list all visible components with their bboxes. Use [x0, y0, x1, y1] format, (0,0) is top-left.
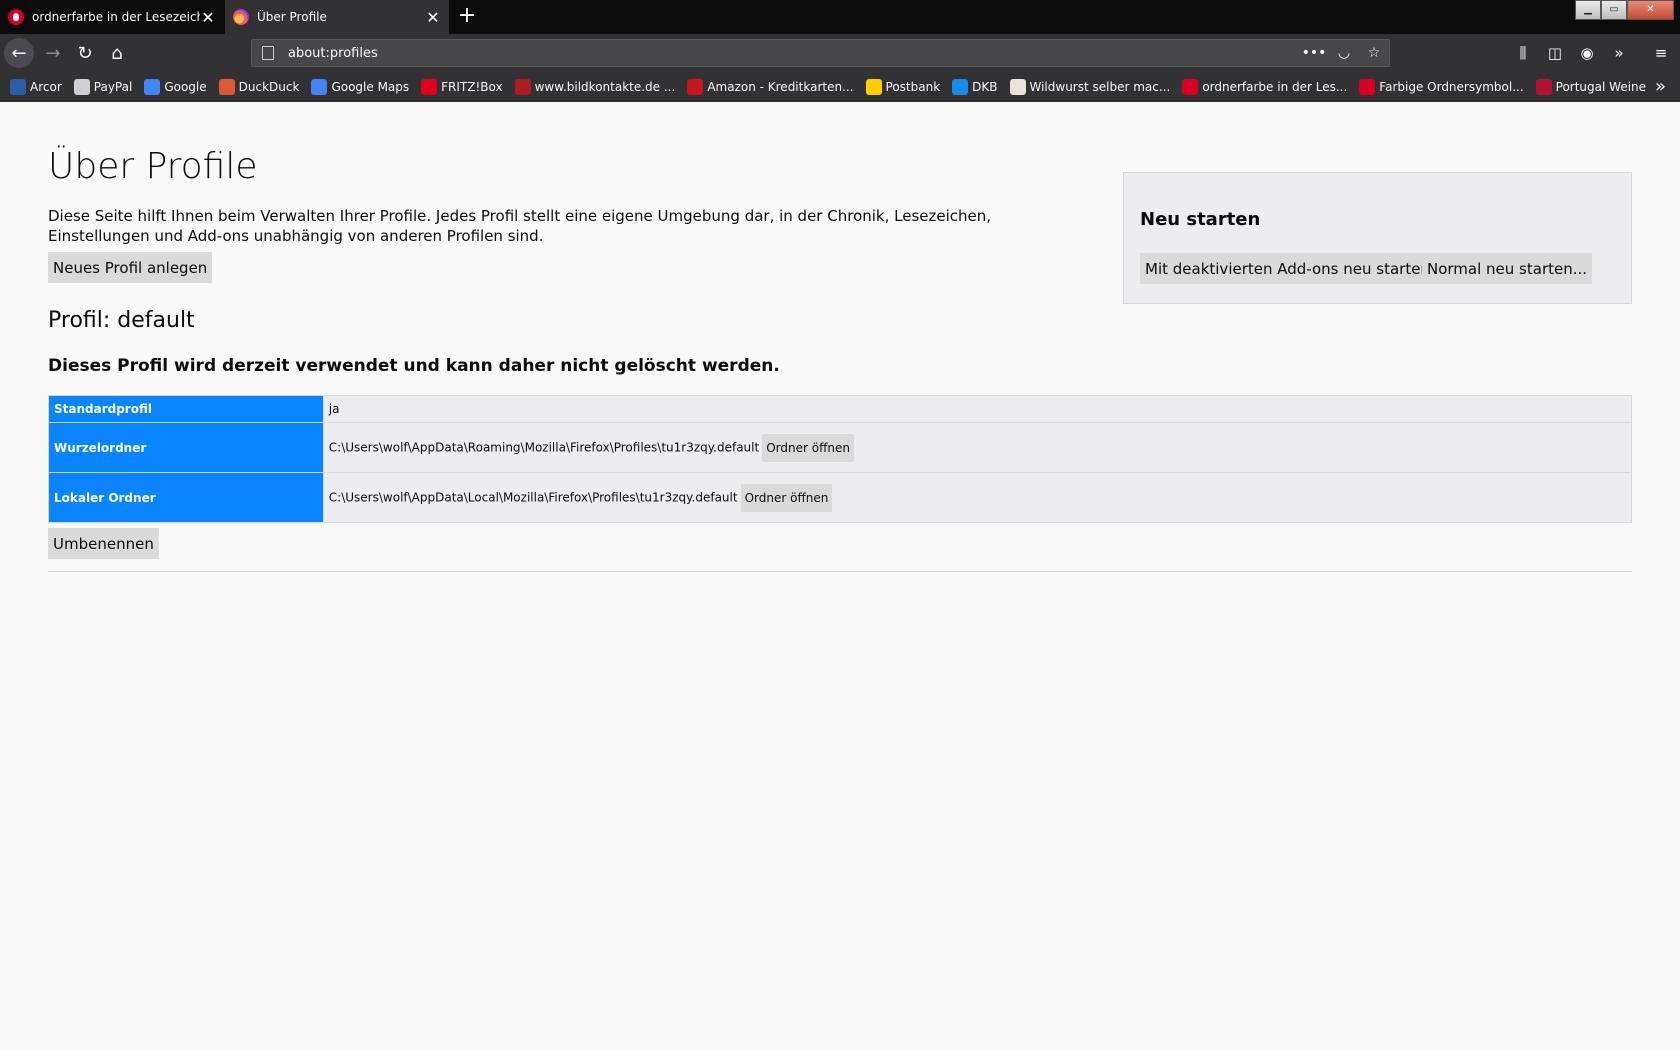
reload-button[interactable]: ↻: [70, 38, 100, 68]
bookmark-favicon-icon: [1009, 79, 1026, 95]
bookmark-label: Arcor: [30, 80, 62, 94]
row-label-lokaler-ordner: Lokaler Ordner: [48, 472, 324, 523]
bookmark-favicon-icon: [73, 79, 90, 95]
table-row: Standardprofil ja: [48, 395, 1632, 423]
profile-in-use-note: Dieses Profil wird derzeit verwendet und…: [48, 356, 780, 376]
bookmark-item[interactable]: PayPal: [73, 79, 133, 95]
sidebar-icon[interactable]: ◫: [1540, 40, 1570, 66]
profile-table: Standardprofil ja Wurzelordner C:\Users\…: [48, 395, 1632, 523]
bookmark-label: Farbige Ordnersymbol...: [1379, 80, 1524, 94]
intro-text: Diese Seite hilft Ihnen beim Verwalten I…: [48, 207, 992, 245]
bookmark-favicon-icon: [952, 79, 969, 95]
row-label-standardprofil: Standardprofil: [48, 395, 324, 423]
table-row: Lokaler Ordner C:\Users\wolf\AppData\Loc…: [48, 472, 1632, 523]
bookmark-label: Amazon - Kreditkarten...: [707, 80, 854, 94]
row-cell-lokaler-ordner: C:\Users\wolf\AppData\Local\Mozilla\Fire…: [323, 472, 1632, 523]
firefox-icon: [233, 9, 249, 25]
new-tab-button[interactable]: +: [455, 5, 479, 29]
bookmark-favicon-icon: [144, 79, 161, 95]
maximize-window-button[interactable]: ▭: [1601, 0, 1627, 20]
tab-ordnerfarbe[interactable]: ordnerfarbe in der Lesezeichen ✕: [0, 0, 224, 34]
bookmark-label: PayPal: [93, 80, 133, 94]
close-tab-icon[interactable]: ✕: [425, 8, 441, 27]
tab-label: ordnerfarbe in der Lesezeichen: [32, 10, 200, 24]
bookmark-favicon-icon: [1182, 79, 1199, 95]
open-local-folder-button[interactable]: Ordner öffnen: [740, 483, 833, 512]
bookmark-favicon-icon: [421, 79, 438, 95]
bookmark-favicon-icon: [1535, 79, 1552, 95]
toolbar-overflow-icon[interactable]: »: [1604, 40, 1634, 66]
bookmark-favicon-icon: [1359, 79, 1376, 95]
bookmark-label: ordnerfarbe in der Les...: [1202, 80, 1348, 94]
bookmark-item[interactable]: Google: [144, 79, 207, 95]
minimize-window-button[interactable]: ▁: [1575, 0, 1601, 20]
back-button[interactable]: ←: [4, 38, 34, 68]
row-value-standardprofil: ja: [323, 395, 1632, 423]
url-bar[interactable]: about:profiles ••• ◡ ☆: [251, 39, 1390, 67]
bookmark-label: Postbank: [885, 80, 941, 94]
bookmark-star-icon[interactable]: ☆: [1359, 45, 1389, 61]
bookmark-favicon-icon: [514, 79, 531, 95]
root-folder-path: C:\Users\wolf\AppData\Roaming\Mozilla\Fi…: [328, 440, 760, 454]
bookmark-item[interactable]: Wildwurst selber mac...: [1009, 79, 1171, 95]
bookmark-label: www.bildkontakte.de ...: [534, 80, 676, 94]
bookmark-item[interactable]: Google Maps: [311, 79, 409, 95]
library-icon[interactable]: ⫼: [1508, 40, 1538, 66]
restart-addons-disabled-button[interactable]: Mit deaktivierten Add-ons neu starten...: [1140, 253, 1450, 284]
bookmarks-toolbar: Arcor PayPal Google DuckDuck Google Maps FRIT…: [0, 72, 1680, 102]
pocket-icon[interactable]: ◡: [1329, 45, 1359, 61]
restart-normal-button[interactable]: Normal neu starten...: [1422, 253, 1593, 284]
rename-profile-button[interactable]: Umbenennen: [48, 528, 159, 559]
local-folder-path: C:\Users\wolf\AppData\Local\Mozilla\Fire…: [328, 490, 738, 504]
bookmark-item[interactable]: www.bildkontakte.de ...: [514, 79, 676, 95]
page-icon: [262, 46, 274, 60]
forward-button[interactable]: →: [38, 38, 68, 68]
bookmark-favicon-icon: [687, 79, 704, 95]
bookmark-item[interactable]: Portugal Weine: [1535, 79, 1647, 95]
profile-name: Profil: default: [48, 308, 195, 333]
tab-favicon-icon: [8, 9, 24, 25]
bookmark-item[interactable]: Amazon - Kreditkarten...: [687, 79, 854, 95]
bookmark-label: Portugal Weine: [1555, 80, 1647, 94]
restart-panel: Neu starten Mit deaktivierten Add-ons ne…: [1123, 172, 1632, 304]
bookmark-item[interactable]: ordnerfarbe in der Les...: [1182, 79, 1347, 95]
bookmark-item[interactable]: Arcor: [10, 79, 62, 95]
new-profile-button[interactable]: Neues Profil anlegen: [48, 252, 213, 283]
url-input[interactable]: about:profiles: [288, 46, 1299, 61]
close-tab-icon[interactable]: ✕: [200, 8, 216, 27]
bookmark-favicon-icon: [10, 79, 26, 95]
bookmark-item[interactable]: Farbige Ordnersymbol...: [1359, 79, 1524, 95]
close-window-button[interactable]: ✕: [1627, 0, 1674, 20]
home-button[interactable]: ⌂: [102, 38, 132, 68]
bookmark-label: FRITZ!Box: [441, 80, 503, 94]
page-content: Über Profile Diese Seite hilft Ihnen bei…: [0, 102, 1680, 1046]
bookmark-item[interactable]: FRITZ!Box: [421, 79, 503, 95]
bookmark-label: Google: [164, 80, 207, 94]
tab-label: Über Profile: [257, 10, 327, 24]
bookmark-item[interactable]: DuckDuck: [218, 79, 300, 95]
restart-title: Neu starten: [1140, 209, 1261, 230]
bookmark-favicon-icon: [311, 79, 328, 95]
open-root-folder-button[interactable]: Ordner öffnen: [762, 433, 854, 462]
bookmark-label: Google Maps: [331, 80, 410, 94]
tab-strip: ordnerfarbe in der Lesezeichen ✕ Über Pr…: [0, 0, 1680, 34]
divider: [48, 571, 1632, 572]
menu-icon[interactable]: ≡: [1646, 40, 1676, 66]
row-label-wurzelordner: Wurzelordner: [48, 422, 324, 473]
bookmark-label: DKB: [972, 80, 998, 94]
page-title: Über Profile: [48, 146, 258, 187]
bookmark-item[interactable]: DKB: [952, 79, 998, 95]
account-icon[interactable]: ◉: [1572, 40, 1602, 66]
tab-ueber-profile[interactable]: Über Profile ✕: [225, 0, 449, 34]
bookmark-favicon-icon: [865, 79, 882, 95]
bookmark-item[interactable]: Postbank: [865, 79, 941, 95]
bookmark-label: DuckDuck: [238, 80, 300, 94]
bookmark-favicon-icon: [218, 79, 235, 95]
table-row: Wurzelordner C:\Users\wolf\AppData\Roami…: [48, 422, 1632, 473]
navigation-toolbar: ← → ↻ ⌂ about:profiles ••• ◡ ☆ ⫼ ◫ ◉ » ≡: [0, 34, 1680, 72]
page-actions-icon[interactable]: •••: [1299, 45, 1329, 61]
bookmark-label: Wildwurst selber mac...: [1029, 80, 1171, 94]
row-cell-wurzelordner: C:\Users\wolf\AppData\Roaming\Mozilla\Fi…: [323, 422, 1632, 473]
bookmarks-overflow-icon[interactable]: »: [1655, 76, 1666, 97]
